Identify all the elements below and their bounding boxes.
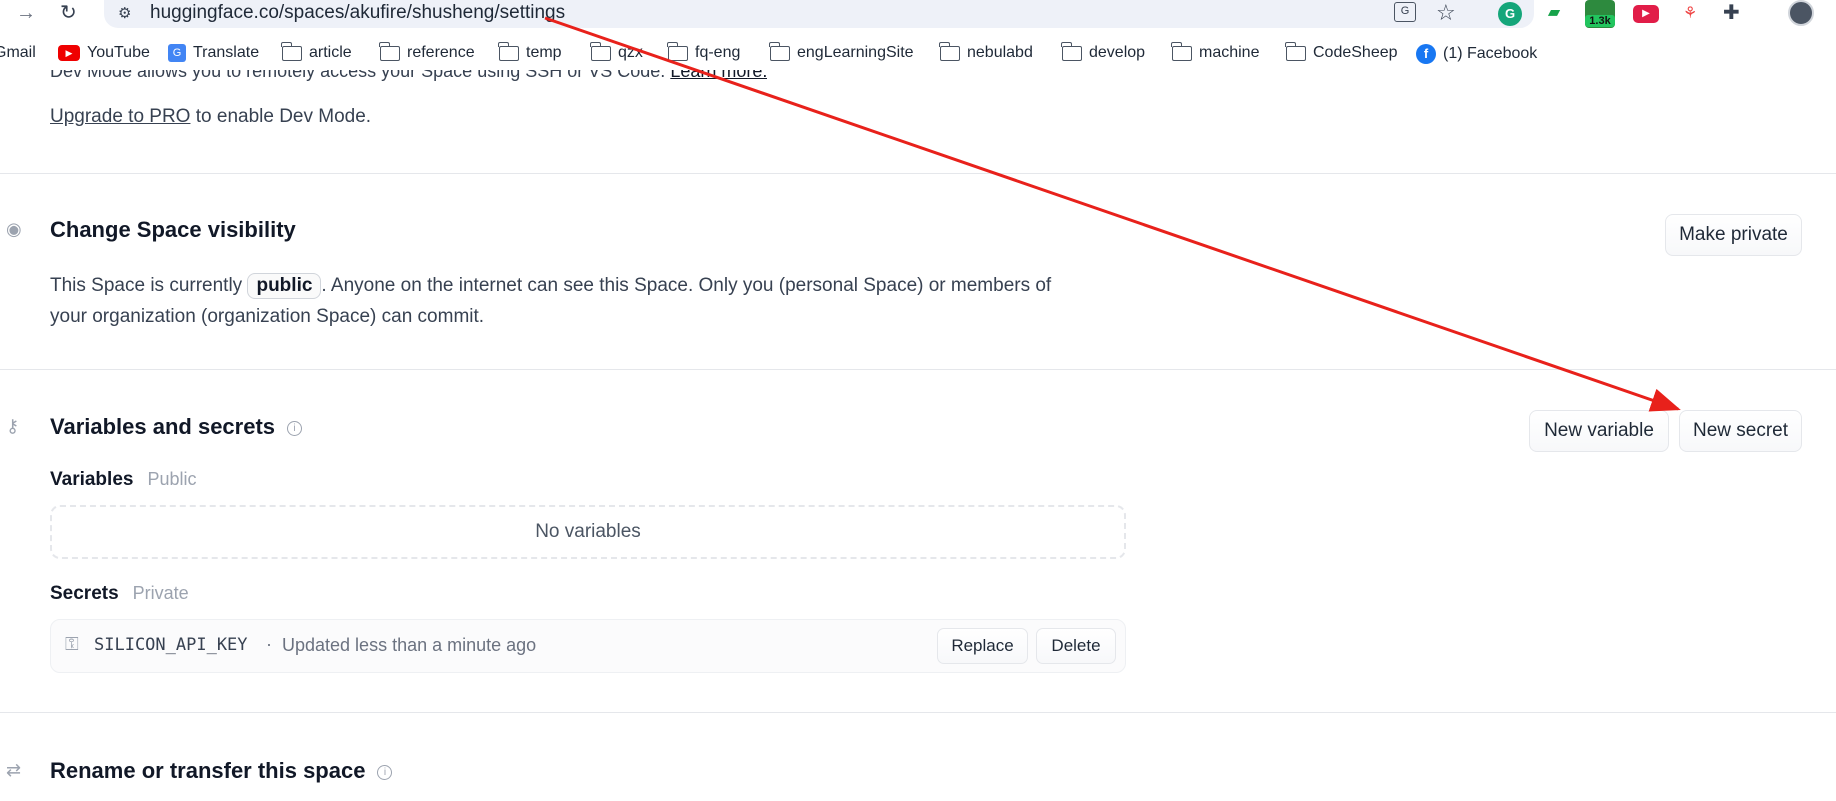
extensions-puzzle-icon[interactable]: ✚ — [1723, 0, 1740, 25]
bookmark-label: article — [309, 44, 352, 61]
bookmark-gmail[interactable]: Gmail — [0, 44, 36, 62]
section-divider — [0, 369, 1836, 370]
replace-secret-button[interactable]: Replace — [937, 628, 1028, 664]
variables-secrets-title-text: Variables and secrets — [50, 414, 276, 439]
bookmark-folder-develop[interactable]: develop — [1061, 41, 1146, 62]
address-bar[interactable]: ⚙ huggingface.co/spaces/akufire/shusheng… — [104, 0, 1534, 28]
folder-icon — [667, 41, 688, 61]
section-divider — [0, 712, 1836, 713]
rename-title-text: Rename or transfer this space — [50, 758, 366, 783]
variables-label: Variables — [50, 469, 134, 490]
visibility-status-badge: public — [247, 273, 322, 299]
variables-empty-state: No variables — [50, 505, 1126, 559]
upgrade-suffix: to enable Dev Mode. — [190, 106, 372, 127]
upgrade-to-pro-link[interactable]: Upgrade to PRO — [50, 106, 190, 127]
chat-extension-icon[interactable]: ▰ — [1543, 4, 1565, 22]
make-private-button[interactable]: Make private — [1665, 214, 1802, 256]
variables-secrets-title: Variables and secrets i — [50, 414, 303, 440]
bookmark-folder-qzx[interactable]: qzx — [590, 41, 643, 62]
bookmark-label: develop — [1089, 44, 1146, 61]
section-divider — [0, 173, 1836, 174]
secrets-label: Secrets — [50, 583, 119, 604]
folder-icon — [590, 41, 611, 61]
visibility-text-before: This Space is currently — [50, 275, 248, 296]
secrets-scope-label: Private — [132, 583, 189, 603]
youtube-icon: ▶ — [58, 45, 80, 61]
bookmark-folder-nebulabd[interactable]: nebulabd — [939, 41, 1033, 62]
bookmark-folder-reference[interactable]: reference — [379, 41, 475, 62]
bookmark-label: temp — [526, 44, 562, 61]
bookmark-translate[interactable]: G Translate — [168, 44, 259, 62]
visibility-section-title: Change Space visibility — [50, 217, 296, 242]
visibility-description: This Space is currently public. Anyone o… — [50, 270, 1080, 332]
info-icon[interactable]: i — [287, 421, 303, 436]
variables-heading: Variables Public — [50, 469, 196, 491]
secrets-heading: Secrets Private — [50, 583, 189, 605]
folder-icon — [498, 41, 519, 61]
bookmark-folder-machine[interactable]: machine — [1171, 41, 1260, 62]
bookmarks-bar: Gmail ▶ YouTube G Translate article refere… — [0, 41, 1836, 72]
rename-section-title: Rename or transfer this space i — [50, 758, 393, 784]
folder-icon — [1285, 41, 1306, 61]
bookmark-folder-fq-eng[interactable]: fq-eng — [667, 41, 741, 62]
bookmark-label: nebulabd — [967, 44, 1033, 61]
facebook-icon: f — [1416, 44, 1436, 64]
bookmark-label: fq-eng — [695, 44, 741, 61]
bookmark-folder-englearningsite[interactable]: engLearningSite — [769, 41, 914, 62]
forward-icon[interactable]: → — [16, 2, 36, 25]
bookmark-folder-codesheep[interactable]: CodeSheep — [1285, 41, 1398, 62]
transfer-arrows-icon: ⇄ — [6, 760, 22, 780]
bookmark-label: (1) Facebook — [1443, 45, 1538, 62]
folder-icon — [379, 41, 400, 61]
eye-icon: ◉ — [6, 219, 22, 239]
bookmark-label: Gmail — [0, 44, 36, 61]
new-variable-button[interactable]: New variable — [1529, 410, 1669, 452]
bookmark-label: qzx — [618, 44, 643, 61]
folder-icon — [769, 41, 790, 61]
grammarly-extension-icon[interactable]: G — [1498, 2, 1522, 26]
secret-name: SILICON_API_KEY — [94, 635, 248, 655]
bookmark-folder-article[interactable]: article — [281, 41, 352, 62]
new-secret-button[interactable]: New secret — [1679, 410, 1802, 452]
bookmark-label: Translate — [193, 44, 260, 61]
bookmark-label: CodeSheep — [1313, 44, 1398, 61]
folder-icon — [281, 41, 302, 61]
variables-scope-label: Public — [147, 469, 197, 489]
secret-updated-time: Updated less than a minute ago — [282, 635, 537, 655]
bookmark-folder-temp[interactable]: temp — [498, 41, 562, 62]
folder-icon — [939, 41, 960, 61]
dev-mode-text: Dev Mode allows you to remotely access y… — [50, 70, 666, 81]
folder-icon — [1171, 41, 1192, 61]
bookmark-label: machine — [1199, 44, 1260, 61]
dev-mode-description: Dev Mode allows you to remotely access y… — [50, 70, 767, 84]
extension-badge-count: 1.3k — [1585, 15, 1615, 27]
key-icon: ⚿ — [65, 634, 79, 654]
secret-row: ⚿ SILICON_API_KEY · Updated less than a … — [50, 619, 1126, 673]
key-variable-icon: ⚷ — [6, 416, 20, 436]
separator-dot: · — [266, 634, 272, 654]
bookmark-label: YouTube — [87, 44, 150, 61]
translate-page-icon[interactable]: G — [1394, 2, 1416, 22]
folder-icon — [1061, 41, 1082, 61]
bookmark-facebook[interactable]: f (1) Facebook — [1416, 44, 1537, 64]
browser-toolbar: → ↻ ⚙ huggingface.co/spaces/akufire/shus… — [0, 0, 1836, 28]
profile-avatar[interactable] — [1788, 0, 1814, 26]
translate-icon: G — [168, 44, 186, 62]
youtube-extension-icon[interactable]: ▶ — [1633, 5, 1659, 23]
bookmark-label: engLearningSite — [797, 44, 914, 61]
extension-badge-icon[interactable]: 1.3k — [1585, 0, 1615, 28]
bookmark-youtube[interactable]: ▶ YouTube — [58, 44, 150, 62]
bookmark-star-icon[interactable]: ☆ — [1436, 0, 1456, 26]
url-text[interactable]: huggingface.co/spaces/akufire/shusheng/s… — [150, 2, 565, 24]
site-settings-icon[interactable]: ⚙ — [118, 4, 131, 22]
delete-secret-button[interactable]: Delete — [1036, 628, 1116, 664]
network-extension-icon[interactable]: ⚘ — [1678, 2, 1702, 26]
info-icon[interactable]: i — [377, 765, 393, 780]
learn-more-link[interactable]: Learn more. — [670, 70, 767, 81]
reload-icon[interactable]: ↻ — [60, 0, 77, 25]
bookmark-label: reference — [407, 44, 475, 61]
upgrade-notice: Upgrade to PRO to enable Dev Mode. — [50, 106, 371, 128]
